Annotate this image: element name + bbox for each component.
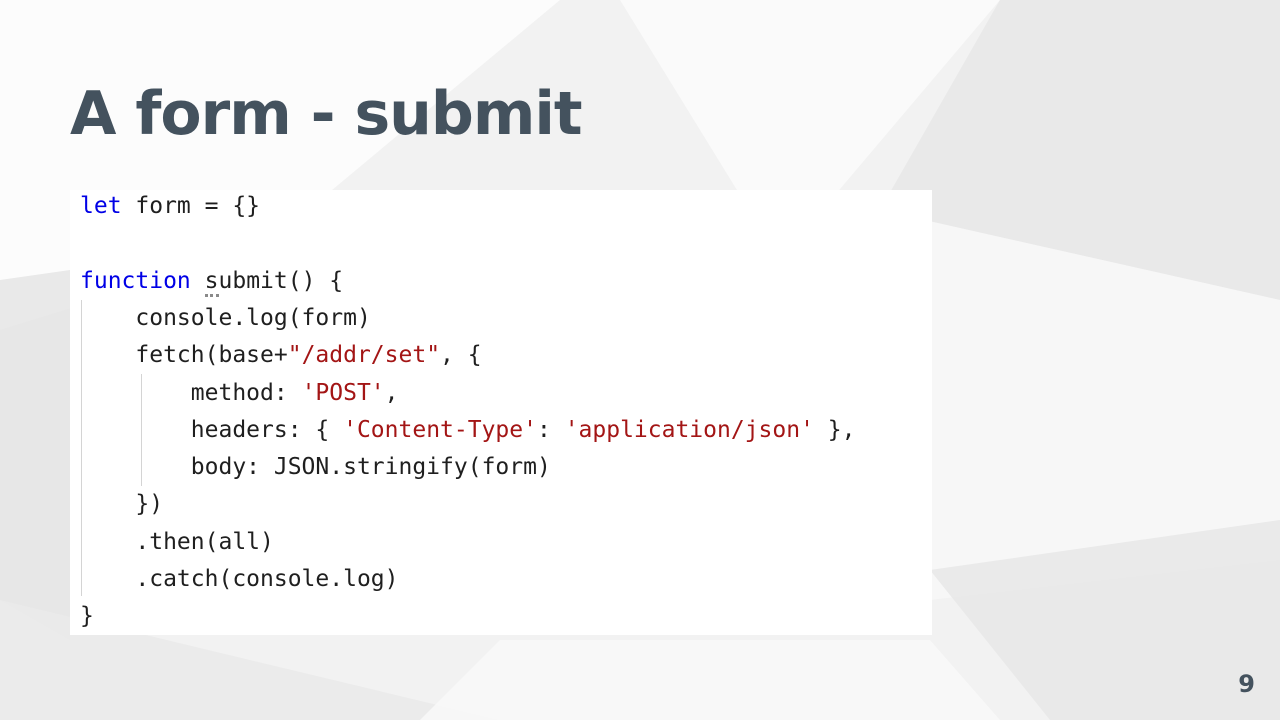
code-token-keyword: let [80,193,122,219]
code-token-plain: .then(all) [80,529,274,555]
code-line: .then(all) [80,526,274,558]
code-token-plain: headers: { [80,417,344,443]
code-token-string: "/addr/set" [287,342,441,368]
code-token-plain: form = {} [121,193,261,219]
code-token-plain: , { [440,342,482,368]
code-line: fetch(base+"/addr/set", { [80,339,482,371]
code-line: method: 'POST', [80,377,399,409]
slide-title: A form - submit [70,79,583,149]
code-token-plain: , [384,380,399,406]
code-token-plain: }) [80,491,164,517]
code-line: let form = {} [80,190,260,222]
code-line: headers: { 'Content-Type': 'application/… [80,414,856,446]
code-line: body: JSON.stringify(form) [80,451,551,483]
code-token-string: 'application/json' [564,417,814,443]
code-token-keyword: function [80,268,191,294]
code-token-plain: }, [813,417,856,443]
code-token-plain: fetch(base+ [80,342,288,368]
code-line: function submit() { [80,265,343,297]
code-line: }) [80,488,163,520]
code-line: console.log(form) [80,302,371,334]
code-token-plain: : [536,417,565,443]
code-token-plain: body: JSON.stringify(form) [80,454,551,480]
code-token-plain: method: [80,380,302,406]
page-number: 9 [1238,670,1255,698]
code-token-squiggle: s [204,268,219,297]
code-token-plain: } [80,603,94,629]
code-line: .catch(console.log) [80,563,399,595]
code-token-string: 'Content-Type' [343,417,537,443]
code-line: } [80,600,94,632]
code-token-plain: .catch(console.log) [80,566,399,592]
code-token-string: 'POST' [301,380,385,406]
code-block: let form = {} function submit() { console… [70,190,932,635]
code-token-plain: ubmit() { [218,268,344,294]
code-token-plain: console.log(form) [80,305,371,331]
